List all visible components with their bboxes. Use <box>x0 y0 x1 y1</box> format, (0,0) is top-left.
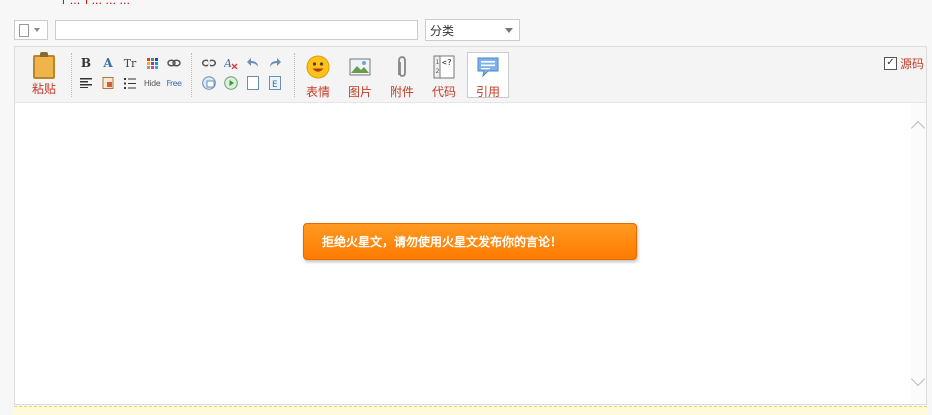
edit-group: A E <box>201 53 289 93</box>
top-clipped-text: [ ... ] ... ... ... <box>62 0 252 4</box>
chevron-down-icon <box>505 27 513 33</box>
smiley-icon <box>306 55 330 79</box>
table-icon <box>202 76 216 90</box>
unlink-icon <box>202 58 216 68</box>
table-button[interactable] <box>201 75 217 91</box>
align-button[interactable] <box>78 75 94 91</box>
hide-button[interactable]: Hide <box>144 75 161 91</box>
index-icon: E <box>269 76 281 90</box>
post-type-dropdown[interactable] <box>14 20 48 40</box>
editor-scrollbar[interactable] <box>910 103 926 404</box>
undo-icon <box>247 58 258 67</box>
index-button[interactable]: E <box>267 75 283 91</box>
warning-banner: 拒绝火星文，请勿使用火星文发布你的言论！ <box>303 223 637 260</box>
bottom-notice-strip <box>14 406 927 415</box>
text-color-button[interactable] <box>144 55 160 71</box>
editor-toolbar: 粘贴 B A Tr Hide Free A E 表情 图片 附件 1 2 <? … <box>15 47 926 103</box>
toolbar-divider <box>71 53 72 97</box>
title-input[interactable] <box>55 20 418 40</box>
svg-text:E: E <box>272 80 278 90</box>
document-icon <box>19 23 29 37</box>
source-toggle[interactable]: ✓ 源码 <box>883 55 924 72</box>
emoji-button[interactable]: 表情 <box>299 53 337 99</box>
image-label: 图片 <box>347 85 372 99</box>
align-left-icon <box>80 78 92 88</box>
redo-button[interactable] <box>267 55 283 71</box>
image-icon <box>349 58 371 76</box>
format-group: B A Tr Hide Free <box>78 53 188 93</box>
image-button[interactable]: 图片 <box>341 53 379 99</box>
unlink-button[interactable] <box>201 55 217 71</box>
category-selected-value: 分类 <box>430 23 455 38</box>
post-header-bar: 分类 <box>14 19 520 41</box>
remove-format-button[interactable]: A <box>223 55 239 71</box>
undo-button[interactable] <box>245 55 261 71</box>
clipboard-icon <box>33 52 55 79</box>
svg-text:2: 2 <box>436 68 440 75</box>
attachment-label: 附件 <box>389 85 414 99</box>
link-button[interactable] <box>166 55 182 71</box>
play-icon <box>224 76 238 90</box>
page-icon <box>247 76 259 90</box>
source-checkbox[interactable]: ✓ <box>883 57 897 70</box>
media-button[interactable] <box>223 75 239 91</box>
list-button[interactable] <box>122 75 138 91</box>
paperclip-icon <box>398 56 406 77</box>
emoji-label: 表情 <box>305 85 330 99</box>
paste-button[interactable]: 粘贴 <box>20 52 68 97</box>
float-icon <box>102 77 114 89</box>
font-face-button[interactable]: Tr <box>122 55 138 71</box>
bold-button[interactable]: B <box>78 55 94 71</box>
svg-text:<?: <? <box>442 58 452 67</box>
scroll-down-arrow-icon[interactable] <box>910 371 926 387</box>
free-button[interactable]: Free <box>166 75 182 91</box>
paste-label: 粘贴 <box>31 82 56 96</box>
font-size-button[interactable]: A <box>100 55 116 71</box>
code-icon: 1 2 <? <box>433 55 455 79</box>
quote-label: 引用 <box>475 85 500 99</box>
scroll-up-arrow-icon[interactable] <box>910 120 926 136</box>
redo-icon <box>270 58 281 67</box>
speech-bubble-icon <box>477 57 499 78</box>
chevron-down-icon <box>34 28 40 32</box>
attachment-button[interactable]: 附件 <box>383 53 421 99</box>
code-button[interactable]: 1 2 <? 代码 <box>425 53 463 99</box>
quote-button[interactable]: 引用 <box>467 52 509 99</box>
list-icon <box>124 77 136 89</box>
source-label: 源码 <box>899 57 924 71</box>
toolbar-divider <box>294 53 295 97</box>
page-button[interactable] <box>245 75 261 91</box>
float-button[interactable] <box>100 75 116 91</box>
toolbar-divider <box>191 53 192 97</box>
code-label: 代码 <box>431 85 456 99</box>
link-icon <box>167 59 181 67</box>
svg-text:1: 1 <box>436 59 440 66</box>
category-select[interactable]: 分类 <box>425 19 520 41</box>
svg-text:A: A <box>224 57 232 69</box>
clear-format-icon: A <box>224 57 238 69</box>
color-palette-icon <box>146 57 158 69</box>
